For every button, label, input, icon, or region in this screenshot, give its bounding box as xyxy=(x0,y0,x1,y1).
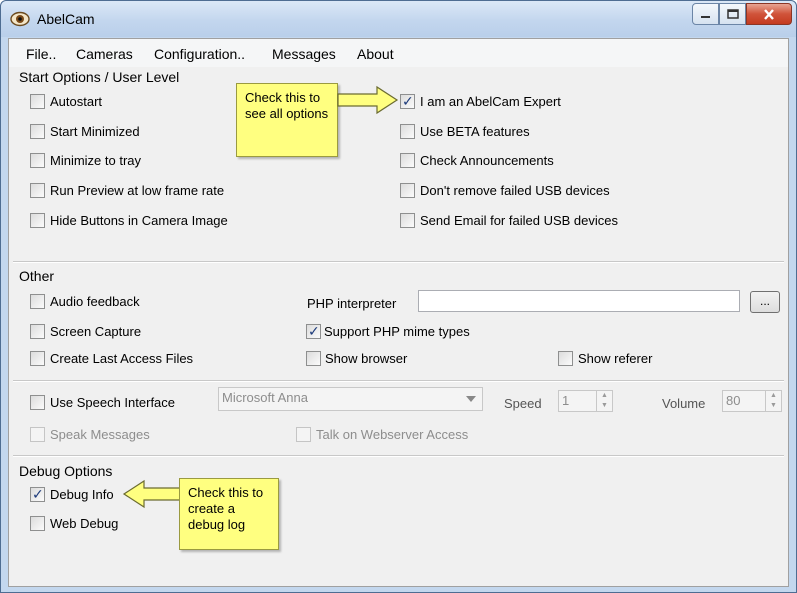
dont-remove-usb-checkbox[interactable] xyxy=(400,183,415,198)
divider xyxy=(13,261,784,263)
checkmark-icon: ✓ xyxy=(32,486,44,502)
php-mime-checkbox[interactable]: ✓ xyxy=(306,323,321,339)
minimize-tray-checkbox[interactable] xyxy=(30,153,45,168)
announcements-label: Check Announcements xyxy=(420,153,554,168)
checkmark-icon: ✓ xyxy=(308,323,320,339)
last-access-checkbox[interactable] xyxy=(30,351,45,366)
debug-options-title: Debug Options xyxy=(19,463,113,479)
autostart-label: Autostart xyxy=(50,94,103,109)
expert-label: I am an AbelCam Expert xyxy=(420,94,561,109)
talk-webserver-checkbox[interactable] xyxy=(296,427,311,442)
use-speech-label: Use Speech Interface xyxy=(50,395,176,410)
run-preview-checkbox[interactable] xyxy=(30,183,45,198)
window-title: AbelCam xyxy=(37,11,95,27)
debug-callout: Check this to create a debug log xyxy=(179,478,279,550)
speed-stepper[interactable]: 1 ▲ ▼ xyxy=(558,390,613,412)
maximize-button[interactable] xyxy=(719,3,746,25)
close-button[interactable] xyxy=(746,3,792,25)
expert-callout: Check this to see all options xyxy=(236,83,338,157)
screen-capture-checkbox[interactable] xyxy=(30,324,45,339)
volume-label: Volume xyxy=(662,396,706,411)
dont-remove-usb-label: Don't remove failed USB devices xyxy=(420,183,610,198)
volume-spin-arrows[interactable]: ▲ ▼ xyxy=(765,391,781,411)
menu-configuration[interactable]: Configuration.. xyxy=(154,46,245,62)
menu-messages[interactable]: Messages xyxy=(272,46,336,62)
chevron-down-icon xyxy=(466,396,476,402)
autostart-checkbox[interactable] xyxy=(30,94,45,109)
voice-select-value: Microsoft Anna xyxy=(222,390,308,405)
start-minimized-checkbox[interactable] xyxy=(30,124,45,139)
voice-select[interactable]: Microsoft Anna xyxy=(218,387,483,411)
menu-bar: File.. Cameras Configuration.. Messages … xyxy=(9,39,788,67)
app-window: AbelCam File.. Cameras Configuration.. M… xyxy=(0,0,797,593)
beta-checkbox[interactable] xyxy=(400,124,415,139)
arrow-left-icon xyxy=(122,479,184,509)
last-access-label: Create Last Access Files xyxy=(50,351,194,366)
start-minimized-label: Start Minimized xyxy=(50,124,140,139)
speed-value: 1 xyxy=(562,393,570,408)
beta-label: Use BETA features xyxy=(420,124,530,139)
menu-cameras[interactable]: Cameras xyxy=(76,46,133,62)
browse-button[interactable]: ... xyxy=(750,291,780,313)
show-referer-checkbox[interactable] xyxy=(558,351,573,366)
php-interpreter-input[interactable] xyxy=(418,290,740,312)
window-controls xyxy=(692,3,792,29)
minimize-button[interactable] xyxy=(692,3,719,25)
announcements-checkbox[interactable] xyxy=(400,153,415,168)
show-browser-label: Show browser xyxy=(325,351,408,366)
hide-buttons-label: Hide Buttons in Camera Image xyxy=(50,213,228,228)
debug-info-checkbox[interactable]: ✓ xyxy=(30,486,45,502)
maximize-icon xyxy=(726,9,739,19)
main-panel: File.. Cameras Configuration.. Messages … xyxy=(8,38,789,587)
send-email-usb-checkbox[interactable] xyxy=(400,213,415,228)
speak-messages-checkbox[interactable] xyxy=(30,427,45,442)
arrow-right-icon xyxy=(337,85,399,115)
php-interpreter-label: PHP interpreter xyxy=(307,296,397,311)
screen-capture-label: Screen Capture xyxy=(50,324,142,339)
expert-checkbox[interactable]: ✓ xyxy=(400,93,415,109)
close-icon xyxy=(764,8,774,20)
run-preview-label: Run Preview at low frame rate xyxy=(50,183,225,198)
show-referer-label: Show referer xyxy=(578,351,653,366)
php-mime-label: Support PHP mime types xyxy=(324,324,470,339)
speak-messages-label: Speak Messages xyxy=(50,427,150,442)
audio-feedback-label: Audio feedback xyxy=(50,294,140,309)
show-browser-checkbox[interactable] xyxy=(306,351,321,366)
divider xyxy=(13,455,784,457)
title-bar[interactable]: AbelCam xyxy=(1,1,796,37)
divider xyxy=(13,380,784,382)
send-email-usb-label: Send Email for failed USB devices xyxy=(420,213,618,228)
debug-info-label: Debug Info xyxy=(50,487,114,502)
web-debug-checkbox[interactable] xyxy=(30,516,45,531)
hide-buttons-checkbox[interactable] xyxy=(30,213,45,228)
menu-about[interactable]: About xyxy=(357,46,394,62)
audio-feedback-checkbox[interactable] xyxy=(30,294,45,309)
volume-value: 80 xyxy=(726,393,741,408)
eye-icon xyxy=(10,11,30,27)
minimize-tray-label: Minimize to tray xyxy=(50,153,142,168)
checkmark-icon: ✓ xyxy=(402,93,414,109)
use-speech-checkbox[interactable] xyxy=(30,395,45,410)
menu-file[interactable]: File.. xyxy=(26,46,56,62)
other-title: Other xyxy=(19,268,55,284)
minimize-icon xyxy=(701,15,710,18)
volume-stepper[interactable]: 80 ▲ ▼ xyxy=(722,390,782,412)
talk-webserver-label: Talk on Webserver Access xyxy=(316,427,469,442)
start-options-title: Start Options / User Level xyxy=(19,69,180,85)
web-debug-label: Web Debug xyxy=(50,516,119,531)
speed-spin-arrows[interactable]: ▲ ▼ xyxy=(596,391,612,411)
speed-label: Speed xyxy=(504,396,542,411)
